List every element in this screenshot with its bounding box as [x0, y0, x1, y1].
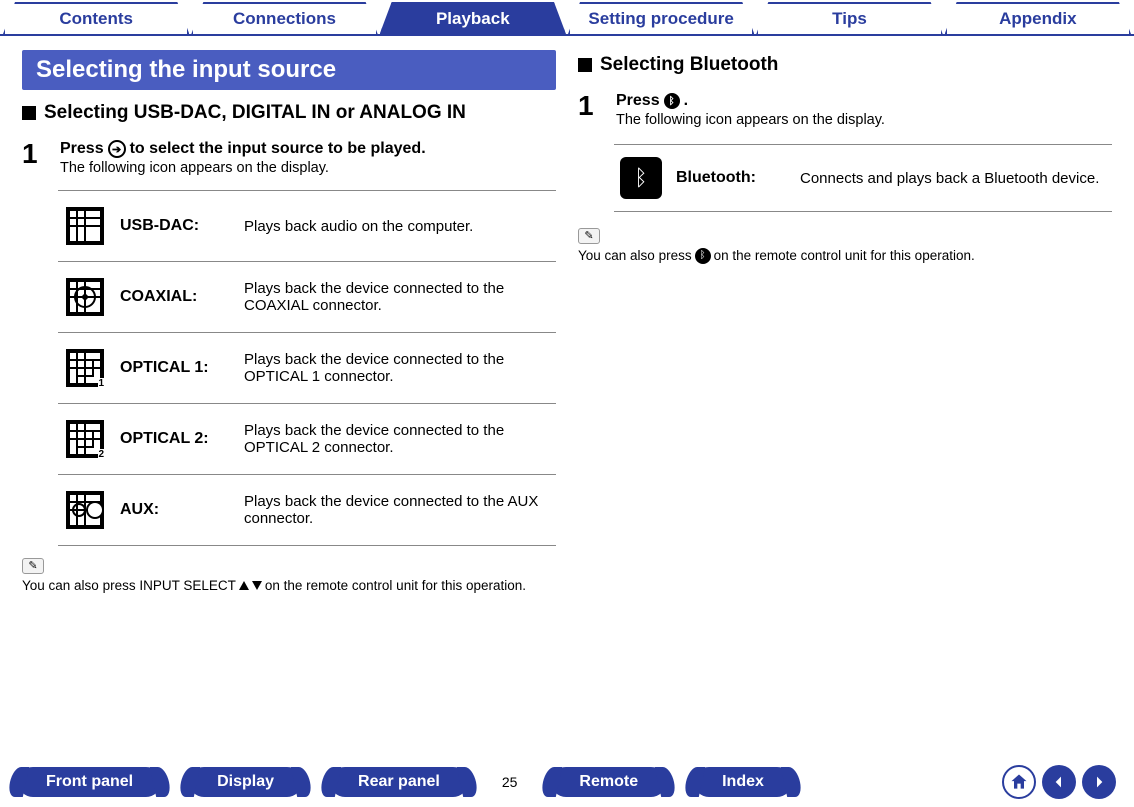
- bluetooth-table: ᛒ Bluetooth: Connects and plays back a B…: [614, 144, 1112, 212]
- arrow-left-icon: [1051, 774, 1067, 790]
- source-desc: Plays back audio on the computer.: [244, 218, 550, 235]
- source-desc: Plays back the device connected to the A…: [244, 493, 550, 527]
- step-title-part-a: Press: [616, 92, 660, 110]
- source-row-usbdac: USB-DAC: Plays back audio on the compute…: [58, 191, 556, 262]
- bullet-square-icon: [578, 58, 592, 72]
- source-label: USB-DAC:: [120, 217, 230, 235]
- step-title: Press ᛒ.: [616, 92, 1112, 110]
- step-title-part-a: Press: [60, 140, 104, 158]
- source-row-optical1: OPTICAL 1: Plays back the device connect…: [58, 333, 556, 404]
- note-text-a: You can also press INPUT SELECT: [22, 578, 236, 593]
- sub-heading-text: Selecting USB-DAC, DIGITAL IN or ANALOG …: [44, 102, 466, 124]
- top-nav: Contents Connections Playback Setting pr…: [0, 0, 1134, 36]
- tab-appendix[interactable]: Appendix: [945, 2, 1131, 34]
- next-page-button[interactable]: [1082, 765, 1116, 799]
- nav-display[interactable]: Display: [189, 767, 302, 797]
- step-number: 1: [22, 140, 46, 176]
- up-triangle-icon: [239, 581, 249, 590]
- note-text-b: on the remote control unit for this oper…: [714, 248, 975, 263]
- step-description: The following icon appears on the displa…: [60, 160, 556, 176]
- tab-setting-procedure[interactable]: Setting procedure: [568, 2, 754, 34]
- nav-index[interactable]: Index: [694, 767, 792, 797]
- source-label: Bluetooth:: [676, 169, 786, 187]
- source-label: AUX:: [120, 501, 230, 519]
- note-text: You can also press INPUT SELECT on the r…: [22, 578, 556, 593]
- source-label: COAXIAL:: [120, 288, 230, 306]
- page-number: 25: [496, 774, 524, 790]
- optical1-icon: [64, 347, 106, 389]
- source-label: OPTICAL 2:: [120, 430, 230, 448]
- note-pencil-icon: ✎: [578, 228, 600, 244]
- main-content: Selecting the input source Selecting USB…: [0, 36, 1134, 593]
- nav-rear-panel[interactable]: Rear panel: [330, 767, 468, 797]
- step-title-part-b: .: [684, 92, 688, 110]
- tab-playback[interactable]: Playback: [380, 2, 566, 34]
- down-triangle-icon: [252, 581, 262, 590]
- bluetooth-icon: ᛒ: [695, 248, 711, 264]
- source-desc: Connects and plays back a Bluetooth devi…: [800, 170, 1106, 187]
- right-column: Selecting Bluetooth 1 Press ᛒ. The follo…: [578, 50, 1112, 593]
- section-title-bar: Selecting the input source: [22, 50, 556, 90]
- source-row-optical2: OPTICAL 2: Plays back the device connect…: [58, 404, 556, 475]
- step-title-part-b: to select the input source to be played.: [130, 140, 426, 158]
- tab-connections[interactable]: Connections: [191, 2, 377, 34]
- step-title: Press ➔ to select the input source to be…: [60, 140, 556, 158]
- tab-tips[interactable]: Tips: [756, 2, 942, 34]
- left-column: Selecting the input source Selecting USB…: [22, 50, 556, 593]
- note-pencil-icon: ✎: [22, 558, 44, 574]
- note-block-right: ✎ You can also press ᛒ on the remote con…: [578, 226, 1112, 264]
- step-1-right: 1 Press ᛒ. The following icon appears on…: [578, 92, 1112, 128]
- source-desc: Plays back the device connected to the O…: [244, 351, 550, 385]
- nav-remote[interactable]: Remote: [551, 767, 666, 797]
- sub-heading-text: Selecting Bluetooth: [600, 54, 778, 76]
- home-icon: [1009, 772, 1029, 792]
- source-row-aux: AUX: Plays back the device connected to …: [58, 475, 556, 546]
- nav-front-panel[interactable]: Front panel: [18, 767, 161, 797]
- sub-heading-bluetooth: Selecting Bluetooth: [578, 54, 1112, 76]
- optical2-icon: [64, 418, 106, 460]
- source-row-coaxial: COAXIAL: Plays back the device connected…: [58, 262, 556, 333]
- note-block-left: ✎ You can also press INPUT SELECT on the…: [22, 556, 556, 593]
- coaxial-icon: [64, 276, 106, 318]
- arrow-right-icon: [1091, 774, 1107, 790]
- aux-icon: [64, 489, 106, 531]
- nav-icon-group: [1002, 765, 1116, 799]
- note-text-b: on the remote control unit for this oper…: [265, 578, 526, 593]
- input-cycle-icon: ➔: [108, 140, 126, 158]
- home-button[interactable]: [1002, 765, 1036, 799]
- usbdac-icon: [64, 205, 106, 247]
- source-desc: Plays back the device connected to the O…: [244, 422, 550, 456]
- step-1-left: 1 Press ➔ to select the input source to …: [22, 140, 556, 176]
- bullet-square-icon: [22, 106, 36, 120]
- bluetooth-icon: ᛒ: [664, 93, 680, 109]
- prev-page-button[interactable]: [1042, 765, 1076, 799]
- source-label: OPTICAL 1:: [120, 359, 230, 377]
- bottom-nav: Front panel Display Rear panel 25 Remote…: [0, 765, 1134, 799]
- source-table: USB-DAC: Plays back audio on the compute…: [58, 190, 556, 546]
- note-text-a: You can also press: [578, 248, 692, 263]
- bluetooth-large-icon: ᛒ: [620, 157, 662, 199]
- sub-heading-usb-digital-analog: Selecting USB-DAC, DIGITAL IN or ANALOG …: [22, 102, 556, 124]
- step-number: 1: [578, 92, 602, 128]
- step-description: The following icon appears on the displa…: [616, 112, 1112, 128]
- tab-contents[interactable]: Contents: [3, 2, 189, 34]
- source-desc: Plays back the device connected to the C…: [244, 280, 550, 314]
- note-text: You can also press ᛒ on the remote contr…: [578, 248, 1112, 264]
- bluetooth-row: ᛒ Bluetooth: Connects and plays back a B…: [614, 145, 1112, 211]
